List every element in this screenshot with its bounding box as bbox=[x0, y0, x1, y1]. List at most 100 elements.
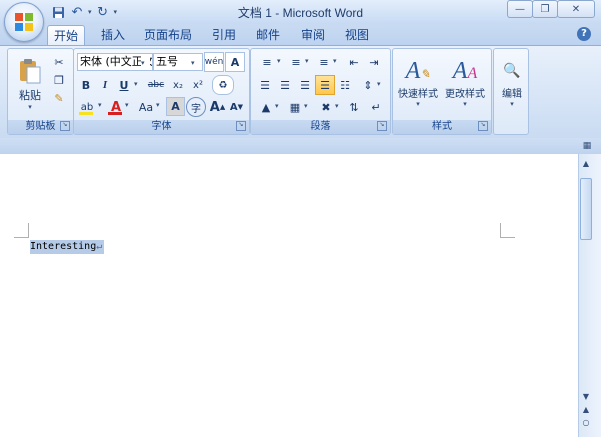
numbering-icon[interactable]: ≡ bbox=[285, 52, 307, 72]
paste-label: 粘贴 bbox=[19, 89, 41, 102]
editing-button[interactable]: 🔍 编辑 ▾ bbox=[496, 51, 528, 119]
find-binoculars-icon: 🔍 bbox=[503, 62, 521, 79]
office-logo-icon bbox=[15, 13, 33, 31]
font-color-swatch bbox=[108, 112, 122, 115]
tab-references[interactable]: 引用 bbox=[206, 25, 242, 45]
tab-home[interactable]: 开始 bbox=[47, 25, 85, 46]
enclose-chars-icon[interactable]: 字 bbox=[186, 97, 206, 117]
change-styles-dropdown-icon: ▾ bbox=[463, 100, 467, 108]
distributed-icon[interactable]: ☷ bbox=[335, 75, 355, 95]
italic-button[interactable]: I bbox=[96, 75, 114, 95]
align-left-icon[interactable]: ☰ bbox=[255, 75, 275, 95]
paste-button[interactable]: 粘贴 ▾ bbox=[13, 52, 47, 116]
font-name-dropdown-icon[interactable]: ▾ bbox=[141, 55, 150, 69]
cut-icon[interactable]: ✂ bbox=[50, 53, 68, 71]
underline-dropdown-icon[interactable]: ▾ bbox=[134, 80, 138, 88]
superscript-button[interactable]: x² bbox=[188, 75, 208, 95]
font-color-dropdown-icon[interactable]: ▾ bbox=[125, 101, 129, 109]
clipboard-launcher-icon[interactable]: ↘ bbox=[60, 121, 70, 131]
numbering-dropdown-icon[interactable]: ▾ bbox=[305, 57, 309, 65]
previous-page-icon[interactable]: ▲ bbox=[580, 405, 592, 415]
tab-page-layout[interactable]: 页面布局 bbox=[140, 25, 196, 45]
show-marks-icon[interactable]: ↵ bbox=[366, 97, 386, 117]
underline-button[interactable]: U bbox=[115, 75, 133, 95]
scroll-up-icon[interactable]: ▲ bbox=[580, 158, 592, 170]
document-page[interactable] bbox=[0, 154, 578, 437]
selected-text[interactable]: Interesting↵ bbox=[30, 240, 105, 254]
paragraph-mark-icon: ↵ bbox=[96, 241, 103, 252]
minimize-button[interactable]: — bbox=[507, 0, 533, 18]
select-browse-object-icon[interactable]: ○ bbox=[580, 418, 592, 428]
scrollbar-thumb[interactable] bbox=[580, 178, 592, 240]
multilevel-dropdown-icon[interactable]: ▾ bbox=[333, 57, 337, 65]
highlight-dropdown-icon[interactable]: ▾ bbox=[98, 101, 102, 109]
scroll-down-icon[interactable]: ▼ bbox=[580, 392, 592, 402]
change-case-dropdown-icon[interactable]: ▾ bbox=[156, 101, 160, 109]
line-spacing-dropdown-icon[interactable]: ▾ bbox=[377, 80, 381, 88]
bold-button[interactable]: B bbox=[77, 75, 95, 95]
char-border-icon[interactable]: A bbox=[225, 52, 245, 72]
multilevel-list-icon[interactable]: ≡ bbox=[313, 52, 335, 72]
help-icon[interactable]: ? bbox=[577, 27, 591, 41]
grow-font-icon[interactable]: A ▲ bbox=[208, 97, 227, 117]
group-styles: A✎ 快速样式 ▾ AA 更改样式 ▾ 样式 ↘ bbox=[392, 48, 492, 135]
borders-dropdown-icon[interactable]: ▾ bbox=[304, 102, 308, 110]
shading-dropdown-icon[interactable]: ▾ bbox=[275, 102, 279, 110]
editing-label: 编辑 bbox=[502, 88, 522, 100]
change-styles-button[interactable]: AA 更改样式 ▾ bbox=[441, 51, 489, 115]
char-border-glyph: A bbox=[230, 55, 240, 69]
shrink-font-glyph: A bbox=[229, 101, 238, 113]
bullets-icon[interactable]: ≡ bbox=[255, 52, 279, 72]
decrease-indent-icon[interactable]: ⇤ bbox=[344, 52, 364, 72]
quick-styles-button[interactable]: A✎ 快速样式 ▾ bbox=[395, 51, 441, 115]
office-button[interactable] bbox=[4, 2, 44, 42]
shading-icon[interactable]: ▲ bbox=[255, 97, 277, 117]
restore-icon: ❐ bbox=[540, 3, 550, 15]
ruler-bar bbox=[0, 138, 601, 154]
font-launcher-icon[interactable]: ↘ bbox=[236, 121, 246, 131]
group-label-paragraph: 段落 bbox=[251, 120, 390, 134]
group-editing: 🔍 编辑 ▾ bbox=[493, 48, 529, 135]
change-styles-icon: AA bbox=[452, 58, 478, 84]
font-size-dropdown-icon[interactable]: ▾ bbox=[191, 55, 200, 69]
bullets-dropdown-icon[interactable]: ▾ bbox=[277, 57, 281, 65]
clear-format-icon[interactable]: ♻ bbox=[212, 75, 234, 95]
shrink-font-icon[interactable]: A ▼ bbox=[227, 97, 246, 117]
chinese-layout-dropdown-icon[interactable]: ▾ bbox=[335, 102, 339, 110]
char-shading-icon[interactable]: A bbox=[166, 97, 185, 116]
view-ruler-icon[interactable]: ▦ bbox=[581, 140, 593, 152]
line-spacing-icon[interactable]: ⇕ bbox=[357, 75, 379, 95]
group-paragraph: ≡ ▾ ≡ ▾ ≡ ▾ ⇤ ⇥ ☰ ☰ ☰ ☰ ☷ ⇕ ▾ ▲ ▾ ▦ ▾ ✖ … bbox=[250, 48, 391, 135]
highlight-color-swatch bbox=[79, 112, 93, 115]
align-center-icon[interactable]: ☰ bbox=[275, 75, 295, 95]
change-case-icon[interactable]: Aa bbox=[134, 97, 158, 117]
change-styles-label: 更改样式 bbox=[445, 89, 485, 100]
styles-launcher-icon[interactable]: ↘ bbox=[478, 121, 488, 131]
group-font: 宋体 (中文正文 ▾ 五号 ▾ wén A B I U ▾ abc x₂ x² … bbox=[73, 48, 250, 135]
strikethrough-button[interactable]: abc bbox=[144, 75, 168, 95]
borders-icon[interactable]: ▦ bbox=[284, 97, 306, 117]
close-button[interactable]: ✕ bbox=[557, 0, 595, 18]
justify-icon[interactable]: ☰ bbox=[315, 75, 335, 95]
quick-styles-dropdown-icon: ▾ bbox=[416, 100, 420, 108]
phonetic-guide-icon[interactable]: wén bbox=[204, 52, 224, 72]
phonetic-guide-glyph: wén bbox=[204, 57, 224, 67]
editing-dropdown-icon: ▾ bbox=[510, 99, 514, 108]
tab-insert[interactable]: 插入 bbox=[95, 25, 131, 45]
paragraph-launcher-icon[interactable]: ↘ bbox=[377, 121, 387, 131]
quick-styles-icon: A✎ bbox=[405, 58, 431, 84]
crop-mark-top-right bbox=[500, 223, 515, 238]
sort-icon[interactable]: ⇅ bbox=[344, 97, 364, 117]
increase-indent-icon[interactable]: ⇥ bbox=[364, 52, 384, 72]
tab-view[interactable]: 视图 bbox=[339, 25, 375, 45]
chinese-layout-icon[interactable]: ✖ bbox=[315, 97, 337, 117]
tab-mailings[interactable]: 邮件 bbox=[250, 25, 286, 45]
quick-styles-label: 快速样式 bbox=[398, 89, 438, 100]
copy-icon[interactable]: ❐ bbox=[50, 71, 68, 89]
tab-review[interactable]: 审阅 bbox=[295, 25, 331, 45]
subscript-button[interactable]: x₂ bbox=[168, 75, 188, 95]
restore-button[interactable]: ❐ bbox=[532, 0, 558, 18]
align-right-icon[interactable]: ☰ bbox=[295, 75, 315, 95]
format-painter-icon[interactable]: ✎ bbox=[50, 89, 68, 107]
paste-dropdown-icon[interactable]: ▾ bbox=[28, 103, 32, 111]
